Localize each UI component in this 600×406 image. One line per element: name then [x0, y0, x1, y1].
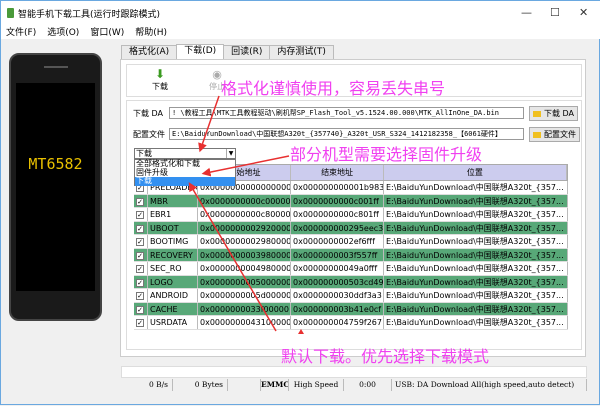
- arrow-to-download-option: [188, 182, 277, 332]
- arrow-tip-small: [298, 329, 304, 334]
- arrow-to-upgrade-option: [201, 155, 290, 177]
- annotation-arrows: [188, 95, 304, 334]
- arrow-to-format-option: [198, 95, 220, 153]
